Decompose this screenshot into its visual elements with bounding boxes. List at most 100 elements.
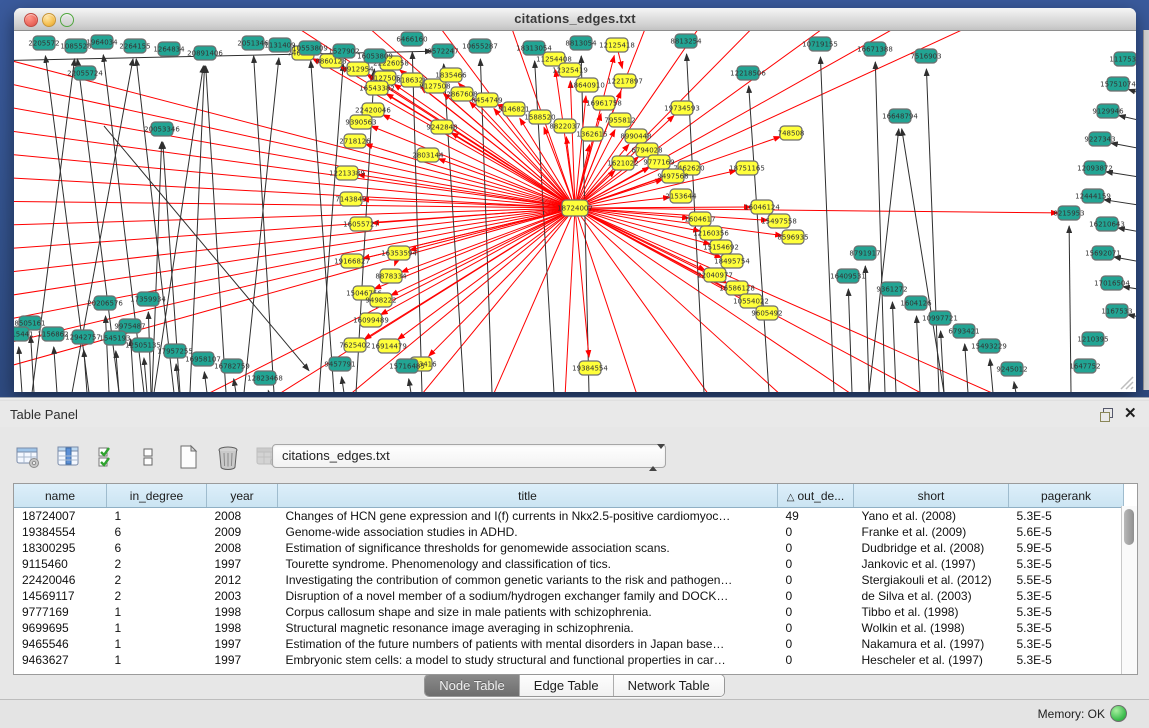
- tab-network-table[interactable]: Network Table: [614, 675, 724, 696]
- citation-edge-red[interactable]: [575, 207, 751, 208]
- network-node[interactable]: 8215953: [1053, 206, 1084, 220]
- network-node[interactable]: 2264155: [119, 39, 150, 53]
- selected-node[interactable]: 9242848: [426, 120, 457, 134]
- selected-node[interactable]: 1621022: [607, 156, 638, 170]
- table-row[interactable]: 911546021997Tourette syndrome. Phenomeno…: [14, 556, 1124, 572]
- network-node[interactable]: 10997721: [922, 311, 958, 325]
- selected-node[interactable]: 1604617: [684, 212, 715, 226]
- citation-edge-black[interactable]: [990, 359, 993, 392]
- table-cell[interactable]: 0: [778, 652, 854, 668]
- network-node[interactable]: 15493229: [971, 339, 1007, 353]
- selected-node[interactable]: 16353594: [381, 246, 417, 260]
- selected-node[interactable]: 18640910: [569, 78, 605, 92]
- network-node[interactable]: 2205572: [28, 36, 59, 50]
- network-node[interactable]: 15751074: [1100, 77, 1136, 91]
- selected-node[interactable]: 8878334: [375, 269, 407, 283]
- network-node[interactable]: 12444159: [1075, 189, 1111, 203]
- network-canvas[interactable]: 7463822886012889129542222605891275051654…: [14, 31, 1136, 392]
- selected-node[interactable]: 16914479: [371, 339, 407, 353]
- network-node[interactable]: 20053346: [144, 122, 180, 136]
- citation-edge-black[interactable]: [342, 377, 344, 392]
- table-cell[interactable]: 18724007: [14, 508, 107, 525]
- network-node[interactable]: 1604126: [900, 296, 932, 310]
- citation-network-graph[interactable]: 7463822886012889129542222605891275051654…: [14, 31, 1136, 392]
- citation-edge-black[interactable]: [1111, 143, 1136, 153]
- citation-edge-black[interactable]: [234, 379, 236, 392]
- column-header-short[interactable]: short: [854, 484, 1009, 508]
- table-cell[interactable]: 5.3E-5: [1009, 652, 1124, 668]
- table-cell[interactable]: 5.5E-5: [1009, 572, 1124, 588]
- table-cell[interactable]: 2009: [207, 524, 278, 540]
- citation-edge-black[interactable]: [848, 289, 852, 392]
- table-cell[interactable]: Estimation of significance thresholds fo…: [278, 540, 778, 556]
- row-options-icon[interactable]: [134, 444, 162, 470]
- selected-node[interactable]: 9390563: [345, 115, 376, 129]
- selected-node[interactable]: 8990448: [620, 129, 651, 143]
- network-node[interactable]: 17016504: [1094, 276, 1130, 290]
- citation-edge-black[interactable]: [1106, 172, 1136, 181]
- citation-edge-black[interactable]: [206, 66, 226, 392]
- selected-node[interactable]: 748508: [778, 126, 805, 140]
- network-node[interactable]: 20891406: [187, 46, 223, 60]
- table-cell[interactable]: 5.3E-5: [1009, 620, 1124, 636]
- table-cell[interactable]: Estimation of the future numbers of pati…: [278, 636, 778, 652]
- network-node[interactable]: 1117530: [1109, 52, 1136, 66]
- citation-edge-black[interactable]: [144, 358, 147, 392]
- citation-edge-black[interactable]: [105, 316, 109, 392]
- column-header-out_de[interactable]: △out_de...: [778, 484, 854, 508]
- citation-edge-red[interactable]: [14, 176, 575, 208]
- table-row[interactable]: 977716911998Corpus callosum shape and si…: [14, 604, 1124, 620]
- selected-node[interactable]: 7625402: [339, 338, 370, 352]
- table-cell[interactable]: Nakamura et al. (1997): [854, 636, 1009, 652]
- table-cell[interactable]: 5.3E-5: [1009, 588, 1124, 604]
- table-settings-icon[interactable]: [14, 444, 42, 470]
- column-header-name[interactable]: name: [14, 484, 107, 508]
- network-node[interactable]: 16648794: [882, 109, 918, 123]
- selected-node[interactable]: 1835466: [435, 68, 467, 82]
- network-node[interactable]: 16671388: [857, 42, 893, 56]
- table-row[interactable]: 1872400712008Changes of HCN gene express…: [14, 508, 1124, 525]
- network-node[interactable]: 9457791: [324, 357, 355, 371]
- citation-edge-red[interactable]: [575, 208, 884, 392]
- table-cell[interactable]: Disruption of a novel member of a sodium…: [278, 588, 778, 604]
- network-node[interactable]: 12823468: [247, 371, 283, 385]
- network-node[interactable]: 1264834: [153, 42, 185, 56]
- selected-node[interactable]: 19166827: [334, 254, 370, 268]
- column-visibility-icon[interactable]: [94, 444, 122, 470]
- table-row[interactable]: 946362711997Embryonic stem cells: a mode…: [14, 652, 1124, 668]
- table-cell[interactable]: Corpus callosum shape and size in male p…: [278, 604, 778, 620]
- table-cell[interactable]: 49: [778, 508, 854, 525]
- citation-edge-black[interactable]: [865, 266, 869, 392]
- selected-node[interactable]: 9605492: [751, 306, 782, 320]
- table-cell[interactable]: 6: [107, 524, 207, 540]
- citation-edge-black[interactable]: [1104, 200, 1136, 209]
- table-cell[interactable]: Wolkin et al. (1998): [854, 620, 1009, 636]
- selected-node[interactable]: 9497568: [657, 169, 688, 183]
- table-cell[interactable]: de Silva et al. (2003): [854, 588, 1009, 604]
- table-cell[interactable]: Stergiakouli et al. (2012): [854, 572, 1009, 588]
- table-cell[interactable]: 5.3E-5: [1009, 556, 1124, 572]
- table-row[interactable]: 969969511998Structural magnetic resonanc…: [14, 620, 1124, 636]
- table-cell[interactable]: 2: [107, 556, 207, 572]
- table-cell[interactable]: 1: [107, 636, 207, 652]
- table-cell[interactable]: 18300295: [14, 540, 107, 556]
- float-panel-icon[interactable]: [1100, 408, 1114, 421]
- hub-node[interactable]: 18724007: [557, 200, 593, 216]
- network-node[interactable]: 15692071: [1085, 246, 1121, 260]
- select-columns-icon[interactable]: [54, 444, 82, 470]
- citation-edge-black[interactable]: [204, 372, 207, 392]
- table-cell[interactable]: 9465546: [14, 636, 107, 652]
- citation-edge-red[interactable]: [575, 31, 1014, 208]
- citation-edge-black[interactable]: [154, 66, 203, 392]
- citation-edge-black[interactable]: [820, 57, 834, 392]
- citation-edge-black[interactable]: [749, 86, 769, 392]
- scrollbar-thumb[interactable]: [1124, 509, 1134, 545]
- selected-node[interactable]: 7955812: [604, 113, 635, 127]
- citation-edge-black[interactable]: [104, 126, 309, 371]
- table-cell[interactable]: 1997: [207, 652, 278, 668]
- citation-edge-black[interactable]: [1119, 115, 1136, 126]
- table-row[interactable]: 946554611997Estimation of the future num…: [14, 636, 1124, 652]
- table-cell[interactable]: 5.6E-5: [1009, 524, 1124, 540]
- selected-node[interactable]: 18751165: [729, 161, 765, 175]
- table-cell[interactable]: 1997: [207, 636, 278, 652]
